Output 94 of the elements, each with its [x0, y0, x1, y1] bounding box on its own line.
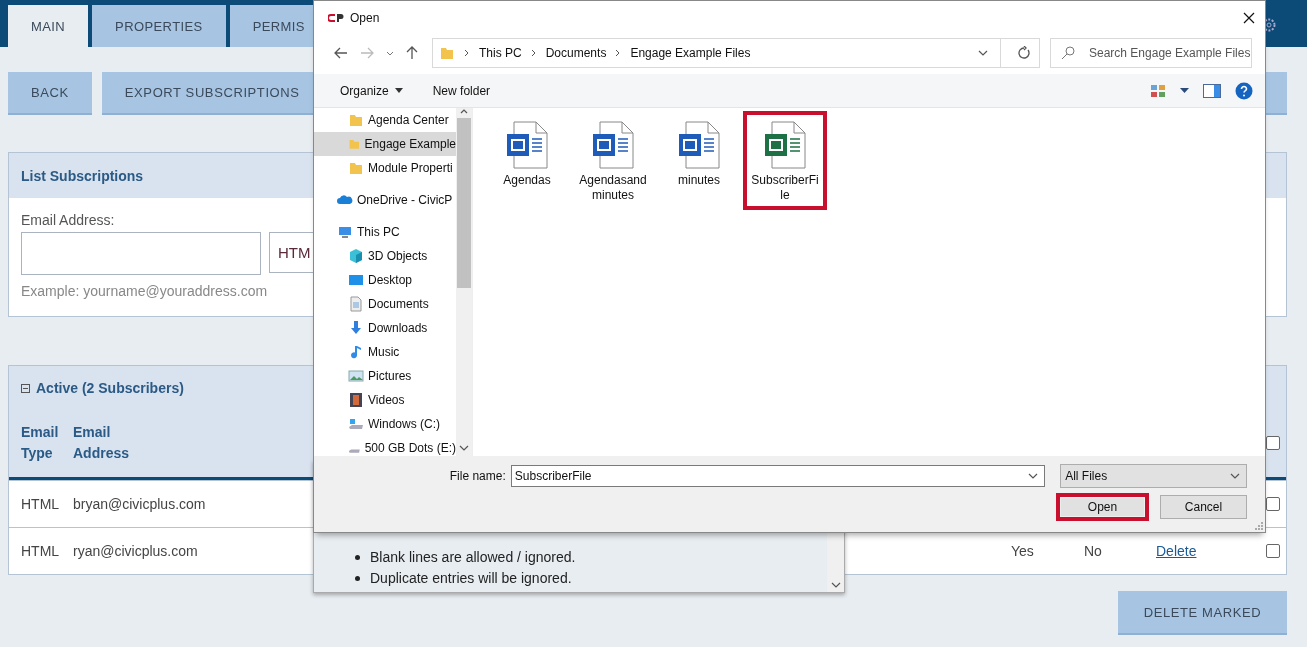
- caret-icon: [394, 88, 403, 93]
- nav-item[interactable]: Pictures: [314, 364, 456, 388]
- nav-item[interactable]: Downloads: [314, 316, 456, 340]
- nav-item[interactable]: Windows (C:): [314, 412, 456, 436]
- panel-title: Active (2 Subscribers): [36, 380, 184, 396]
- note-text: Duplicate entries will be ignored.: [370, 569, 572, 588]
- dialog-button[interactable]: Open: [1056, 493, 1149, 521]
- nav-item[interactable]: Desktop: [314, 268, 456, 292]
- app-logo-icon: [328, 12, 344, 24]
- nav-item[interactable]: Engage Example: [314, 132, 456, 156]
- folder-icon: [439, 45, 455, 61]
- resize-grip-icon[interactable]: [1253, 520, 1263, 530]
- chevron-right-icon: [463, 49, 471, 57]
- checkbox[interactable]: [1266, 497, 1280, 511]
- document-icon: [348, 296, 364, 312]
- delete-marked-button[interactable]: DELETE MARKED: [1118, 591, 1287, 635]
- scroll-down-icon: [830, 582, 841, 588]
- film-icon: [348, 392, 364, 408]
- search-icon: [1061, 46, 1075, 60]
- file-item[interactable]: minutes: [657, 111, 741, 195]
- address-bar[interactable]: This PC Documents Engage Example Files: [432, 38, 1040, 68]
- cube-icon: [348, 248, 364, 264]
- chevron-down-icon[interactable]: [386, 50, 394, 56]
- file-item[interactable]: SubscriberFile: [743, 111, 827, 210]
- checkbox[interactable]: [1266, 436, 1280, 450]
- scroll-up-icon[interactable]: [460, 108, 468, 114]
- up-arrow-icon[interactable]: [406, 46, 418, 60]
- breadcrumb-item[interactable]: Documents: [545, 46, 607, 60]
- caret-icon[interactable]: [1180, 88, 1189, 93]
- file-name-field[interactable]: SubscriberFile: [510, 465, 1046, 487]
- table-cell: bryan@civicplus.com: [73, 496, 206, 512]
- email-field[interactable]: [21, 232, 261, 275]
- table-cell: HTML: [21, 543, 60, 559]
- file-item[interactable]: Agendas: [485, 111, 569, 195]
- panel-title: List Subscriptions: [21, 167, 144, 184]
- folder-icon: [348, 112, 364, 128]
- collapse-icon[interactable]: [21, 383, 30, 393]
- help-icon[interactable]: [1235, 81, 1253, 100]
- toolbar-button[interactable]: Organize: [340, 83, 403, 98]
- checkbox[interactable]: [1266, 544, 1280, 558]
- file-item[interactable]: Agendasandminutes: [571, 111, 655, 210]
- nav-item[interactable]: OneDrive - CivicP: [314, 188, 456, 212]
- toolbar-button[interactable]: New folder: [432, 83, 491, 98]
- word-document-icon: [678, 121, 720, 169]
- hint-text: Example: yourname@youraddress.com: [21, 283, 269, 299]
- table-cell: Yes: [1011, 543, 1034, 559]
- nav-item[interactable]: Videos: [314, 388, 456, 412]
- column-header: Email Address: [73, 423, 131, 463]
- bullet-icon: [355, 555, 360, 560]
- breadcrumb-item[interactable]: Engage Example Files: [630, 46, 751, 60]
- pictures-icon: [348, 368, 364, 384]
- music-note-icon: [348, 344, 364, 360]
- nav-item[interactable]: Music: [314, 340, 456, 364]
- nav-item[interactable]: 3D Objects: [314, 244, 456, 268]
- dialog-title: Open: [350, 11, 380, 25]
- file-type-select[interactable]: All Files: [1060, 464, 1247, 488]
- breadcrumb-item[interactable]: This PC: [479, 46, 522, 60]
- chevron-down-icon: [1028, 473, 1039, 479]
- field-label: File name:: [449, 469, 506, 483]
- chevron-down-icon: [978, 50, 988, 56]
- drive-icon: [348, 416, 364, 432]
- bullet-icon: [355, 576, 360, 581]
- desktop-icon: [348, 272, 364, 288]
- table-cell: No: [1084, 543, 1102, 559]
- delete-link[interactable]: Delete: [1156, 543, 1197, 559]
- back-arrow-icon[interactable]: [334, 47, 348, 59]
- scroll-down-icon: [459, 445, 469, 451]
- spreadsheet-icon: [764, 121, 806, 169]
- view-options-icon[interactable]: [1150, 83, 1166, 98]
- download-icon: [348, 320, 364, 336]
- dialog-button[interactable]: Cancel: [1160, 495, 1247, 519]
- word-document-icon: [592, 121, 634, 169]
- nav-item[interactable]: Documents: [314, 292, 456, 316]
- action-button[interactable]: BACK: [8, 72, 92, 115]
- search-field[interactable]: Search Engage Example Files: [1050, 38, 1252, 68]
- word-document-icon: [506, 121, 548, 169]
- close-icon[interactable]: [1243, 12, 1255, 24]
- table-cell: ryan@civicplus.com: [73, 543, 198, 559]
- nav-item[interactable]: Module Properti: [314, 156, 456, 180]
- preview-pane-icon[interactable]: [1203, 83, 1221, 98]
- tab[interactable]: MAIN: [8, 5, 89, 47]
- nav-item[interactable]: 500 GB Dots (E:): [314, 436, 456, 456]
- computer-icon: [337, 224, 353, 240]
- column-header: Email Type: [21, 423, 60, 463]
- chevron-right-icon: [529, 49, 538, 57]
- folder-icon: [348, 160, 364, 176]
- field-label: Email Address:: [21, 212, 116, 228]
- chevron-down-icon: [1230, 473, 1240, 479]
- scrollbar-thumb[interactable]: [457, 118, 471, 288]
- tab[interactable]: PROPERTIES: [92, 5, 226, 47]
- note-text: Blank lines are allowed / ignored.: [370, 548, 576, 567]
- table-cell: HTML: [21, 496, 60, 512]
- drive-icon: [348, 448, 361, 454]
- nav-item[interactable]: This PC: [314, 220, 456, 244]
